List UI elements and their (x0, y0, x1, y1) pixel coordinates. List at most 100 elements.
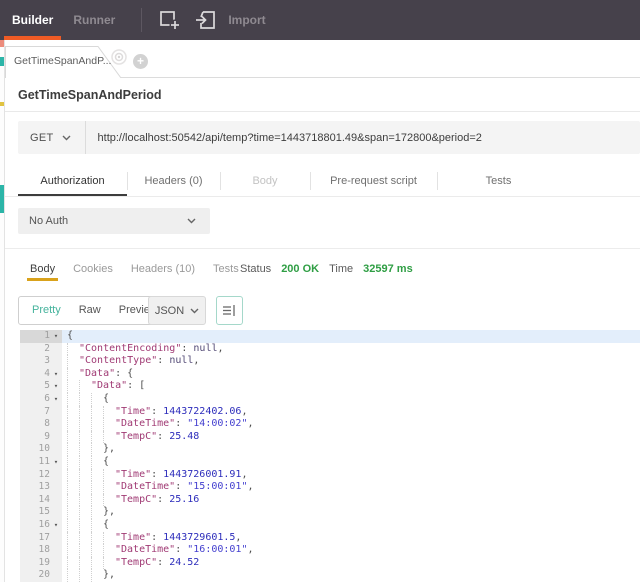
wrap-text-button[interactable] (216, 296, 243, 325)
code-text[interactable]: "Time": 1443729601.5, (62, 531, 640, 545)
line-number: 19 (38, 556, 50, 568)
code-line[interactable]: 18 "DateTime": "16:00:01", (20, 544, 640, 557)
pretty-button[interactable]: Pretty (23, 297, 70, 324)
code-line[interactable]: 4 ▾ "Data": { (20, 367, 640, 381)
tab-tests[interactable]: Tests (437, 168, 560, 196)
code-text[interactable]: "ContentEncoding": null, (62, 342, 640, 356)
code-line[interactable]: 9 "TempC": 25.48 (20, 430, 640, 444)
code-text[interactable]: "DateTime": "15:00:01", (62, 481, 640, 494)
code-text[interactable]: { (62, 330, 640, 343)
fold-arrow-icon[interactable]: ▾ (50, 393, 62, 406)
response-tab-body[interactable]: Body (26, 260, 59, 281)
response-tab-headers-10[interactable]: Headers (10) (131, 260, 195, 278)
code-text[interactable]: "DateTime": "14:00:02", (62, 418, 640, 431)
format-dropdown[interactable]: JSON (148, 296, 206, 325)
indent-guide (91, 443, 103, 456)
code-text[interactable]: { (62, 518, 640, 532)
code-line[interactable]: 8 "DateTime": "14:00:02", (20, 418, 640, 431)
code-text[interactable]: "TempC": 24.52 (62, 556, 640, 570)
code-text[interactable]: "Data": { (62, 367, 640, 381)
fold-arrow-icon[interactable]: ▾ (50, 368, 62, 381)
indent-guide (67, 405, 79, 419)
builder-tab[interactable]: Builder (0, 0, 67, 40)
code-token: null (193, 342, 218, 354)
indent-guide (79, 430, 91, 444)
code-text[interactable]: }, (62, 569, 640, 582)
code-line[interactable]: 16 ▾ { (20, 518, 640, 532)
code-text[interactable]: "TempC": 25.16 (62, 493, 640, 507)
chevron-down-icon (190, 308, 199, 313)
code-text[interactable]: "Data": [ (62, 380, 640, 393)
code-line[interactable]: 12 "Time": 1443726001.91, (20, 468, 640, 482)
chevron-down-icon (187, 218, 196, 224)
code-line[interactable]: 13 "DateTime": "15:00:01", (20, 481, 640, 494)
tab-body[interactable]: Body (220, 168, 310, 196)
code-line[interactable]: 6 ▾ { (20, 392, 640, 406)
runner-tab[interactable]: Runner (67, 13, 131, 27)
fold-arrow-icon[interactable]: ▾ (50, 380, 62, 393)
indent-guide (103, 556, 115, 570)
code-line[interactable]: 2 "ContentEncoding": null, (20, 342, 640, 356)
line-number-gutter: 16 ▾ (20, 518, 62, 532)
code-line[interactable]: 20}, (20, 569, 640, 582)
open-new-tab-button[interactable]: + (133, 54, 148, 69)
code-text[interactable]: { (62, 392, 640, 406)
indent-guide (67, 430, 79, 444)
code-token: "Data" (91, 380, 128, 392)
tab-authorization[interactable]: Authorization (18, 168, 127, 197)
indent-guide (91, 518, 103, 532)
import-label[interactable]: Import (228, 13, 265, 27)
code-line[interactable]: 3 "ContentType": null, (20, 355, 640, 368)
line-number: 16 (38, 518, 50, 530)
indent-guide (91, 455, 103, 469)
code-line[interactable]: 11 ▾ { (20, 455, 640, 469)
code-token: : (157, 493, 170, 505)
code-text[interactable]: "ContentType": null, (62, 355, 640, 368)
fold-arrow-icon[interactable]: ▾ (50, 519, 62, 532)
code-line[interactable]: 5 ▾ "Data": [ (20, 380, 640, 393)
code-token: 25.16 (169, 493, 200, 505)
code-token: "15:00:01" (187, 481, 248, 493)
code-text[interactable]: }, (62, 443, 640, 456)
code-line[interactable]: 15}, (20, 506, 640, 519)
code-line[interactable]: 7 "Time": 1443722402.06, (20, 405, 640, 419)
request-tab-title[interactable]: GetTimeSpanAndP... (14, 55, 111, 67)
import-icon[interactable] (194, 9, 218, 31)
raw-button[interactable]: Raw (70, 297, 110, 324)
code-text[interactable]: }, (62, 506, 640, 519)
response-body-editor[interactable]: 1 ▾{2 "ContentEncoding": null, 3 "ContentTyp… (5, 330, 640, 582)
fold-arrow-icon[interactable]: ▾ (50, 330, 62, 343)
code-line[interactable]: 19 "TempC": 24.52 (20, 556, 640, 570)
response-tab-tests[interactable]: Tests (213, 260, 239, 278)
code-line[interactable]: 1 ▾ { (20, 330, 640, 343)
method-dropdown[interactable]: GET (18, 132, 85, 144)
response-tab-cookies[interactable]: Cookies (73, 260, 113, 278)
code-token: , (193, 355, 200, 367)
line-number-gutter: 7 (20, 405, 62, 419)
response-tabs: Body Cookies Headers (10) Tests (26, 260, 239, 281)
code-text[interactable]: "DateTime": "16:00:01", (62, 544, 640, 557)
line-number-gutter: 18 (20, 544, 62, 557)
code-line[interactable]: 17 "Time": 1443729601.5, (20, 531, 640, 545)
tab-headers-0[interactable]: Headers (0) (127, 168, 220, 196)
code-text[interactable]: "Time": 1443726001.91, (62, 468, 640, 482)
indent-guide (91, 392, 103, 406)
code-token: "ContentType" (79, 355, 158, 367)
code-text[interactable]: "Time": 1443722402.06, (62, 405, 640, 419)
indent-guide (79, 544, 91, 557)
url-input[interactable]: http://localhost:50542/api/temp?time=144… (86, 132, 482, 144)
tab-pre-request-script[interactable]: Pre-request script (310, 168, 437, 196)
line-number: 11 (38, 455, 50, 467)
fold-arrow-placeholder (50, 557, 62, 570)
code-text[interactable]: { (62, 455, 640, 469)
code-text[interactable]: "TempC": 25.48 (62, 430, 640, 444)
new-tab-icon[interactable] (158, 9, 182, 31)
indent-guide (67, 380, 79, 393)
fold-arrow-icon[interactable]: ▾ (50, 456, 62, 469)
request-tabs-border (5, 196, 640, 197)
auth-type-dropdown[interactable]: No Auth (18, 208, 210, 234)
code-line[interactable]: 10}, (20, 443, 640, 456)
url-bar: GET http://localhost:50542/api/temp?time… (18, 121, 640, 154)
line-number-gutter: 8 (20, 418, 62, 431)
code-line[interactable]: 14 "TempC": 25.16 (20, 493, 640, 507)
